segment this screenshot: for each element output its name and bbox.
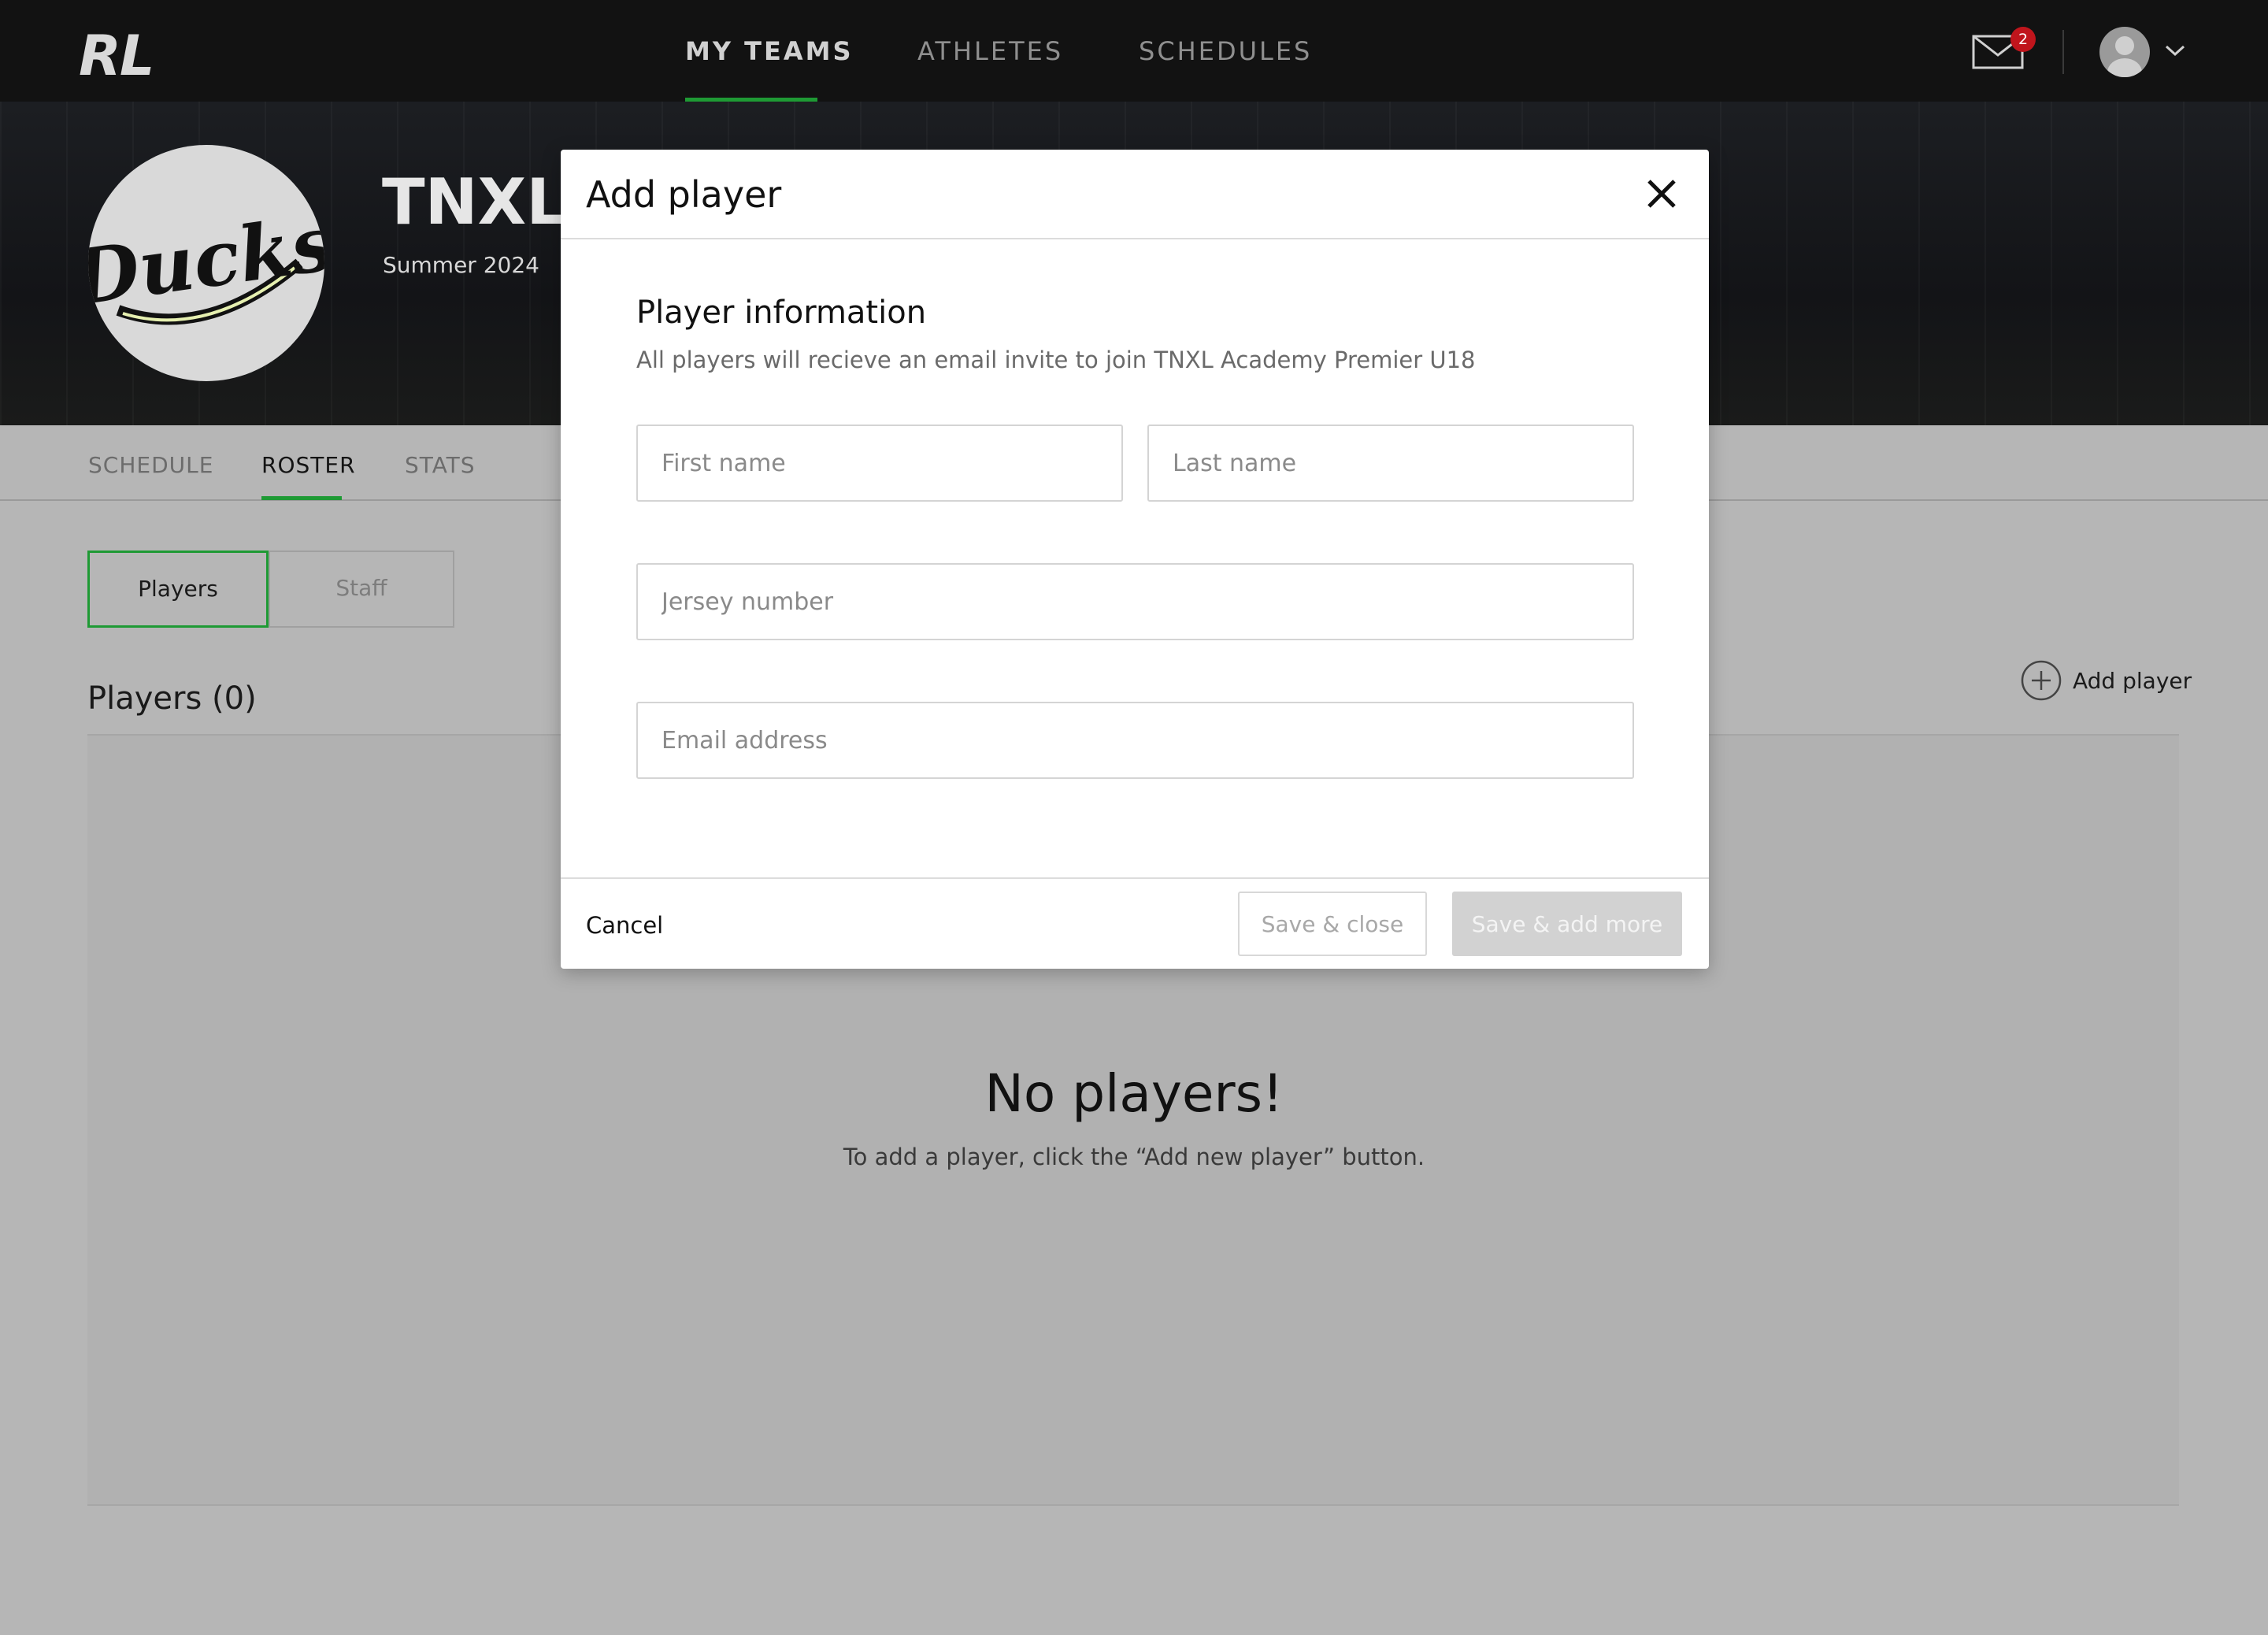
tab-stats[interactable]: STATS [405,452,476,478]
players-heading: Players (0) [87,680,257,717]
nav-divider [2062,30,2064,74]
tab-active-indicator [261,496,342,500]
toggle-players[interactable]: Players [87,551,269,628]
team-season: Summer 2024 [383,252,539,278]
user-avatar-icon[interactable] [2099,27,2150,77]
modal-footer: Cancel Save & close Save & add more [561,877,1709,969]
app-logo[interactable]: RL [79,24,155,88]
tab-schedule[interactable]: SCHEDULE [88,452,213,478]
email-field[interactable] [636,702,1634,779]
empty-state-title: No players! [984,1063,1284,1124]
modal-header: Add player [561,150,1709,239]
last-name-field[interactable] [1147,425,1634,502]
nav-athletes[interactable]: ATHLETES [917,36,1063,66]
modal-title: Add player [586,173,782,216]
section-title: Player information [636,295,927,331]
nav-my-teams[interactable]: MY TEAMS [685,36,854,66]
add-player-label: Add player [2073,667,2192,694]
jersey-number-field[interactable] [636,563,1634,640]
save-close-button[interactable]: Save & close [1238,892,1427,956]
tab-roster[interactable]: ROSTER [261,452,356,478]
add-player-button[interactable]: Add player [2021,660,2192,701]
team-logo: Ducks [88,145,324,381]
save-add-more-button[interactable]: Save & add more [1452,892,1682,956]
team-logo-text: Ducks [88,198,324,324]
team-title: TNXL [382,165,567,239]
close-icon[interactable] [1646,178,1677,209]
mail-badge: 2 [2010,27,2036,52]
first-name-field[interactable] [636,425,1123,502]
nav-schedules[interactable]: SCHEDULES [1139,36,1312,66]
add-player-modal: Add player Player information All player… [561,150,1709,969]
toggle-staff[interactable]: Staff [269,551,454,628]
cancel-button[interactable]: Cancel [586,912,663,939]
section-subtitle: All players will recieve an email invite… [636,347,1476,373]
top-nav: RL MY TEAMS ATHLETES SCHEDULES 2 [0,0,2268,102]
empty-state-text: To add a player, click the “Add new play… [843,1144,1425,1170]
plus-circle-icon [2021,660,2062,701]
chevron-down-icon[interactable] [2164,43,2186,58]
